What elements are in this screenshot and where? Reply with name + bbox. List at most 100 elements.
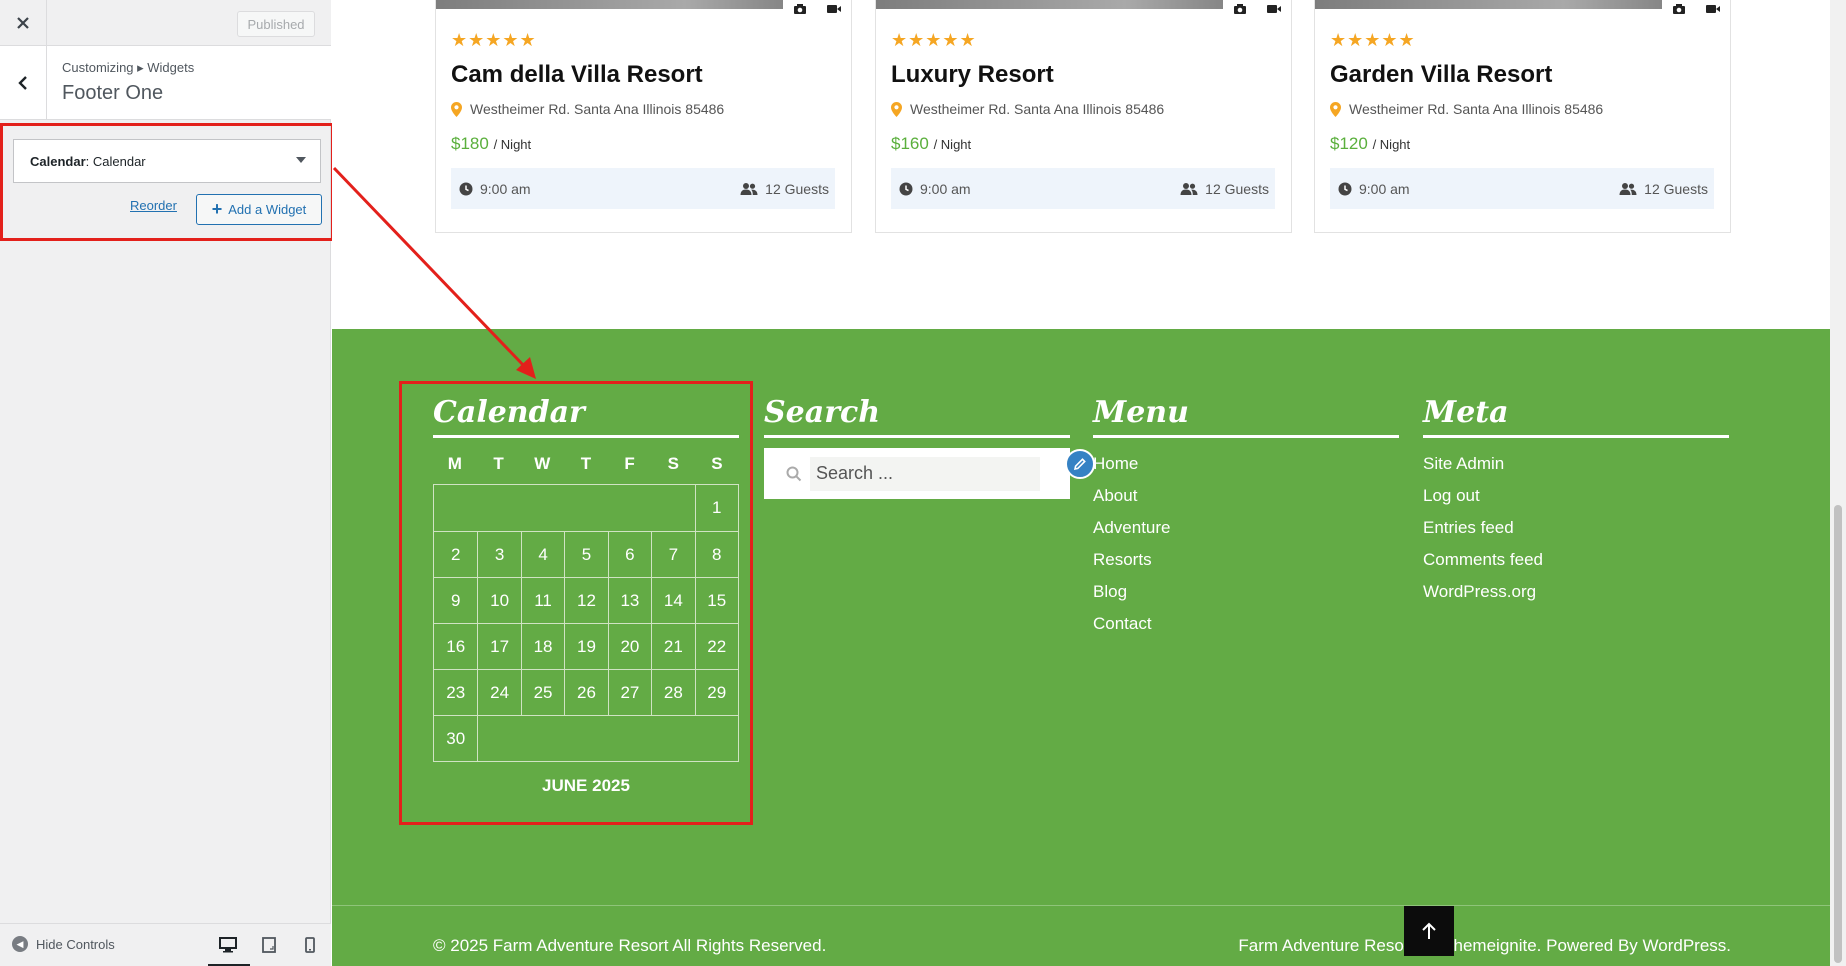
time-text: 9:00 am: [480, 180, 531, 197]
mobile-icon: [305, 937, 315, 953]
calendar-day: 21: [651, 624, 694, 669]
calendar-day: 8: [694, 532, 738, 577]
menu-link-adventure[interactable]: Adventure: [1093, 512, 1399, 544]
calendar-day: 14: [651, 578, 694, 623]
video-icon: [827, 5, 841, 13]
site-preview: ★★★★★ Cam della Villa Resort Westheimer …: [332, 0, 1830, 966]
calendar-week: 9 10 11 12 13 14 15: [434, 577, 738, 623]
calendar-day: 30: [446, 728, 466, 748]
calendar-grid: 1 2 3 4 5 6 7 8 9 10 11 12 13 14 15 16 1…: [433, 484, 739, 762]
calendar-day: 17: [477, 624, 520, 669]
video-button[interactable]: [817, 0, 851, 18]
card-price: $120 / Night: [1330, 134, 1410, 154]
card-title[interactable]: Garden Villa Resort: [1330, 61, 1552, 89]
calendar-day: 22: [694, 624, 738, 669]
widget-type-label: Calendar: [30, 153, 86, 169]
menu-link-contact[interactable]: Contact: [1093, 608, 1399, 640]
credit-text[interactable]: Farm Adventure Resort By Themeignite. Po…: [1238, 936, 1731, 956]
rating-stars: ★★★★★: [1330, 30, 1416, 50]
search-input[interactable]: [810, 456, 1040, 491]
meta-list: Site Admin Log out Entries feed Comments…: [1423, 448, 1729, 608]
card-address: Westheimer Rd. Santa Ana Illinois 85486: [451, 101, 724, 117]
desktop-icon: [219, 937, 237, 953]
clock-icon: [1338, 182, 1352, 195]
calendar-caption: JUNE 2025: [542, 776, 630, 795]
widget-item-calendar[interactable]: Calendar: Calendar: [13, 139, 321, 183]
scrollbar-thumb[interactable]: [1834, 505, 1842, 963]
preview-tablet-button[interactable]: [255, 934, 283, 956]
menu-link-about[interactable]: About: [1093, 480, 1399, 512]
back-button[interactable]: [0, 46, 47, 120]
rating-stars: ★★★★★: [891, 30, 977, 50]
calendar-day: 25: [520, 670, 564, 715]
resort-card[interactable]: ★★★★★ Garden Villa Resort Westheimer Rd.…: [1314, 0, 1731, 233]
scrollbar[interactable]: [1830, 0, 1846, 966]
calendar-day: 10: [477, 578, 520, 623]
address-text: Westheimer Rd. Santa Ana Illinois 85486: [1349, 101, 1604, 117]
calendar-day: 1: [694, 485, 738, 531]
edit-shortcut-button[interactable]: [1065, 449, 1095, 479]
calendar-day: 7: [651, 532, 694, 577]
calendar-widget: Calendar M T W T F S S 1 2 3 4 5 6 7 8 9…: [433, 395, 739, 796]
calendar-day: 18: [520, 624, 564, 669]
price-value: $120: [1330, 134, 1368, 153]
card-title[interactable]: Luxury Resort: [891, 61, 1054, 89]
guests-text: 12 Guests: [1205, 180, 1269, 197]
hide-controls-label: Hide Controls: [36, 936, 115, 952]
calendar-day: 26: [564, 670, 607, 715]
calendar-pad: [434, 485, 695, 531]
meta-link-entries-feed[interactable]: Entries feed: [1423, 512, 1729, 544]
preview-mobile-button[interactable]: [296, 934, 324, 956]
weekday: F: [624, 454, 635, 473]
menu-link-home[interactable]: Home: [1093, 448, 1399, 480]
time-info: 9:00 am: [1338, 181, 1410, 197]
address-text: Westheimer Rd. Santa Ana Illinois 85486: [910, 101, 1165, 117]
calendar-week: 16 17 18 19 20 21 22: [434, 623, 738, 669]
calendar-day: 16: [446, 636, 466, 656]
calendar-weekdays: M T W T F S S: [433, 454, 739, 476]
video-button[interactable]: [1696, 0, 1730, 18]
resort-card[interactable]: ★★★★★ Luxury Resort Westheimer Rd. Santa…: [875, 0, 1292, 233]
camera-icon: [1234, 4, 1246, 14]
menu-link-resorts[interactable]: Resorts: [1093, 544, 1399, 576]
weekday: M: [447, 454, 462, 473]
published-button[interactable]: Published: [237, 11, 315, 37]
calendar-day: 24: [477, 670, 520, 715]
weekday: S: [667, 454, 679, 473]
calendar-day: 3: [477, 532, 520, 577]
price-unit: / Night: [1372, 137, 1411, 152]
calendar-day: 11: [520, 578, 564, 623]
meta-link-comments-feed[interactable]: Comments feed: [1423, 544, 1729, 576]
caret-down-icon[interactable]: [296, 157, 306, 163]
meta-link-log-out[interactable]: Log out: [1423, 480, 1729, 512]
add-widget-button[interactable]: + Add a Widget: [196, 194, 322, 225]
copyright-text: © 2025 Farm Adventure Resort All Rights …: [433, 936, 827, 955]
clock-icon: [899, 182, 913, 195]
menu-link-blog[interactable]: Blog: [1093, 576, 1399, 608]
time-info: 9:00 am: [459, 181, 531, 197]
back-to-top-button[interactable]: [1404, 906, 1454, 956]
map-pin-icon: [891, 101, 902, 117]
breadcrumb: Customizing ▸ Widgets: [62, 60, 195, 75]
reorder-link[interactable]: Reorder: [130, 198, 177, 213]
footer-bottom-bar: © 2025 Farm Adventure Resort All Rights …: [332, 905, 1830, 966]
calendar-day: 4: [520, 532, 564, 577]
calendar-day: 23: [446, 682, 466, 702]
card-title[interactable]: Cam della Villa Resort: [451, 61, 703, 89]
preview-desktop-button[interactable]: [208, 934, 250, 966]
photo-button[interactable]: [1223, 0, 1257, 18]
photo-button[interactable]: [1662, 0, 1696, 18]
meta-link-wordpress-org[interactable]: WordPress.org: [1423, 576, 1729, 608]
hide-controls-button[interactable]: ◀ Hide Controls: [12, 936, 115, 952]
photo-button[interactable]: [783, 0, 817, 18]
meta-link-site-admin[interactable]: Site Admin: [1423, 448, 1729, 480]
camera-icon: [1673, 4, 1685, 14]
calendar-day: 6: [607, 532, 651, 577]
close-customizer-button[interactable]: [0, 0, 47, 46]
calendar-day: 12: [564, 578, 607, 623]
users-icon: [1180, 182, 1198, 195]
video-button[interactable]: [1257, 0, 1291, 18]
price-unit: / Night: [933, 137, 972, 152]
resort-card[interactable]: ★★★★★ Cam della Villa Resort Westheimer …: [435, 0, 852, 233]
rating-stars: ★★★★★: [451, 30, 537, 50]
